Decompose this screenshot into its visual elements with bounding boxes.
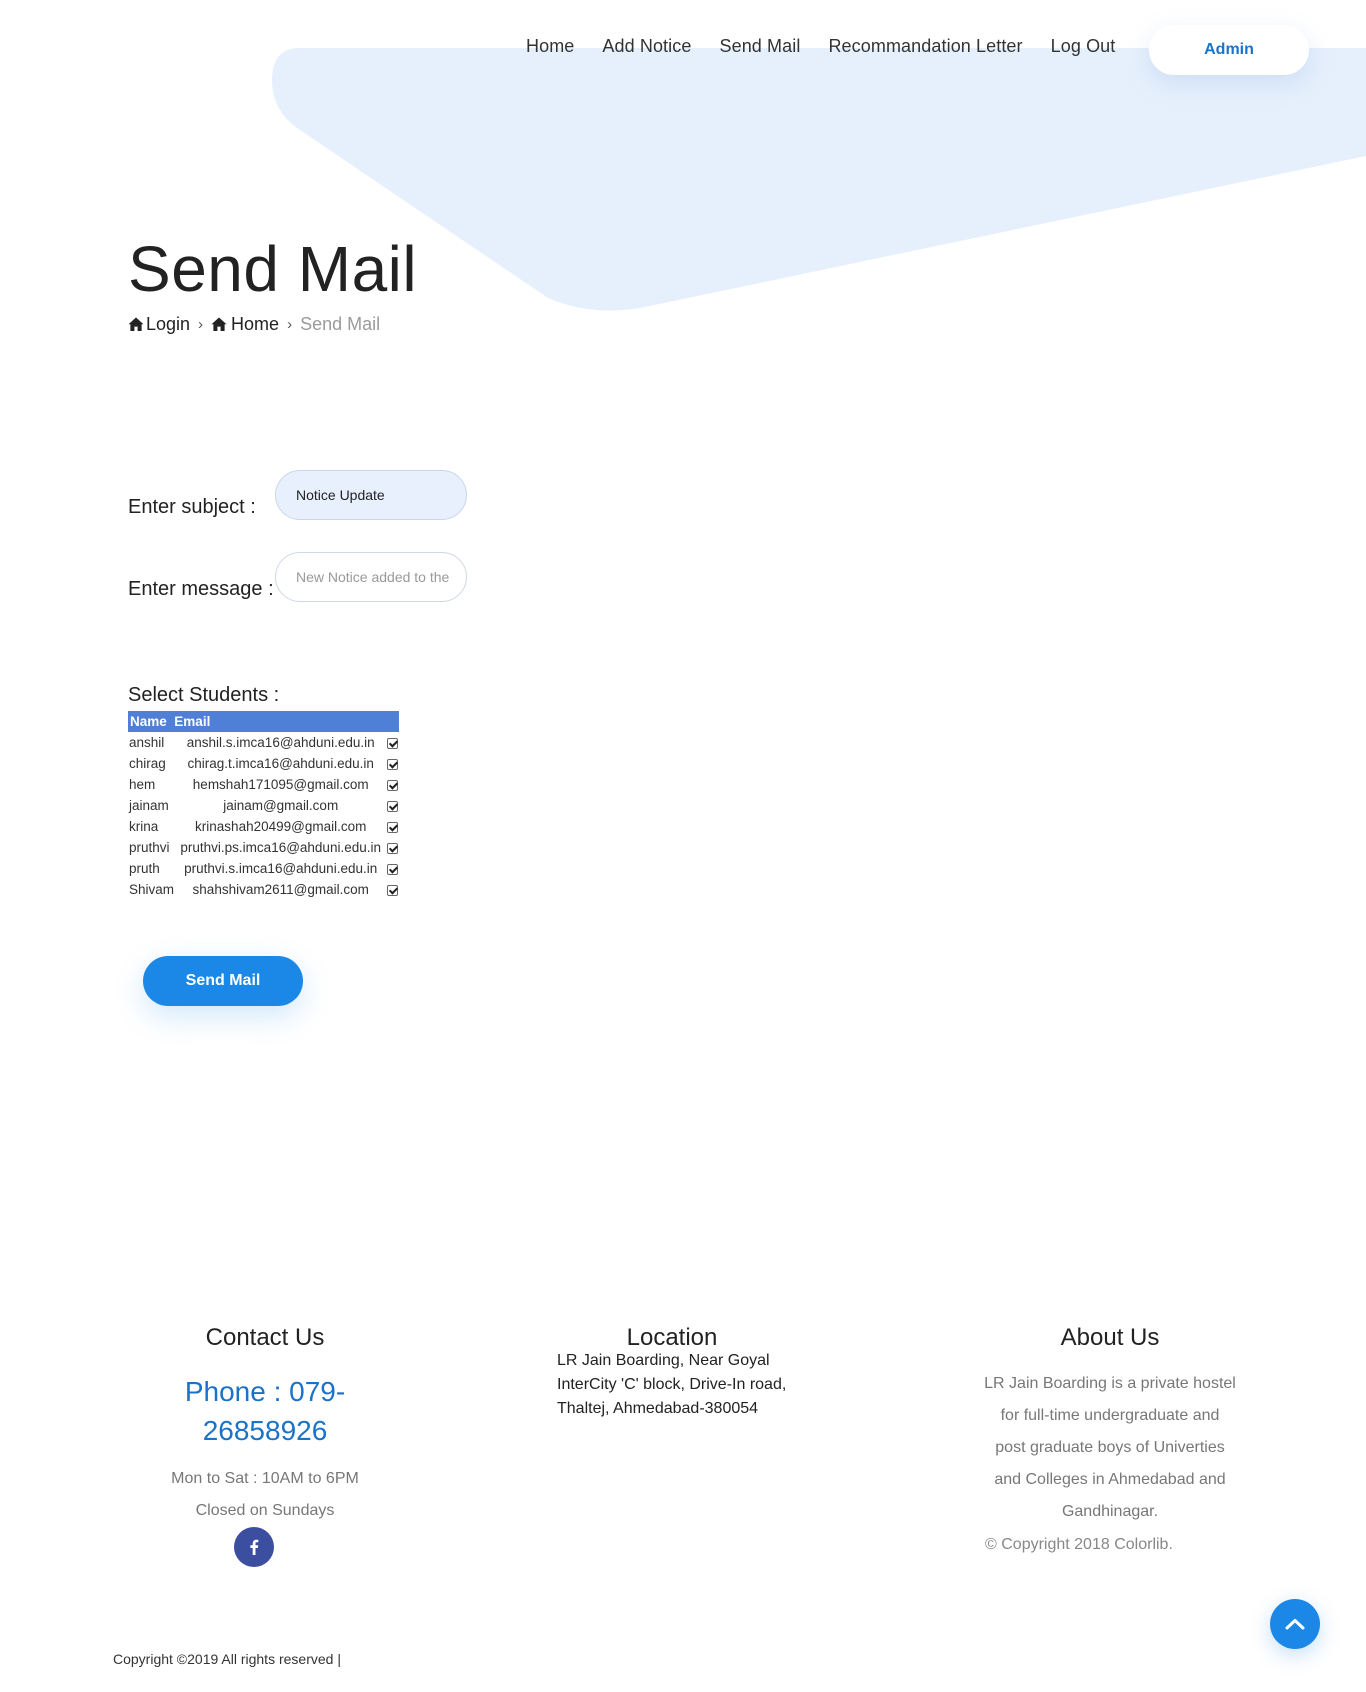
student-name: krina: [129, 819, 159, 834]
student-checkbox[interactable]: [386, 737, 398, 749]
breadcrumb-separator: ›: [287, 316, 293, 333]
footer-copyright-2018: © Copyright 2018 Colorlib.: [985, 1536, 1173, 1554]
about-line: LR Jain Boarding is a private hostel: [984, 1375, 1236, 1392]
about-text: LR Jain Boarding is a private hostel for…: [960, 1368, 1260, 1528]
admin-button[interactable]: Admin: [1149, 25, 1309, 75]
nav-home[interactable]: Home: [526, 36, 574, 57]
page-title: Send Mail: [128, 233, 418, 305]
student-checkbox[interactable]: [386, 800, 398, 812]
send-mail-button[interactable]: Send Mail: [143, 956, 303, 1006]
breadcrumb-home[interactable]: Home: [211, 314, 279, 335]
student-checkbox-cell: [385, 732, 399, 753]
student-checkbox-cell: [385, 753, 399, 774]
hours-text: Mon to Sat : 10AM to 6PM: [171, 1470, 359, 1487]
student-email: pruthvi.ps.imca16@ahduni.edu.in: [180, 840, 381, 855]
student-name: Shivam: [129, 882, 175, 897]
student-row: pruthvi pruthvi.ps.imca16@ahduni.edu.in: [128, 837, 399, 858]
student-checkbox-cell: [385, 816, 399, 837]
about-heading: About Us: [1060, 1324, 1160, 1351]
bottom-copyright: Copyright ©2019 All rights reserved |: [113, 1651, 341, 1667]
message-input[interactable]: [275, 552, 467, 602]
nav-send-mail[interactable]: Send Mail: [719, 36, 800, 57]
student-row: hem hemshah171095@gmail.com: [128, 774, 399, 795]
footer-contact: Contact Us Phone : 079- 26858926 Mon to …: [130, 1324, 400, 1527]
subject-input[interactable]: [275, 470, 467, 520]
student-checkbox[interactable]: [386, 842, 398, 854]
student-row: chirag chirag.t.imca16@ahduni.edu.in: [128, 753, 399, 774]
facebook-button[interactable]: [234, 1527, 274, 1567]
student-row: jainam jainam@gmail.com: [128, 795, 399, 816]
location-address: LR Jain Boarding, Near Goyal InterCity '…: [557, 1352, 787, 1417]
footer-about: About Us LR Jain Boarding is a private h…: [960, 1324, 1260, 1528]
contact-heading: Contact Us: [205, 1324, 325, 1351]
student-email: chirag.t.imca16@ahduni.edu.in: [187, 756, 374, 771]
chevron-up-icon: [1285, 1619, 1305, 1630]
students-table: Name Email anshil anshil.s.imca16@ahduni.…: [128, 711, 399, 900]
student-name: chirag: [129, 756, 166, 771]
breadcrumb-current: Send Mail: [300, 314, 381, 334]
student-checkbox-cell: [385, 837, 399, 858]
student-checkbox-cell: [385, 858, 399, 879]
phone-line-1: Phone : 079-: [184, 1376, 346, 1407]
about-line: post graduate boys of Univerties: [995, 1439, 1225, 1456]
student-name: pruthvi: [129, 840, 170, 855]
home-icon: [211, 317, 227, 331]
breadcrumb: Login › Home › Send Mail: [128, 314, 380, 335]
student-name: anshil: [129, 735, 165, 750]
student-email: anshil.s.imca16@ahduni.edu.in: [186, 735, 375, 750]
nav-log-out[interactable]: Log Out: [1051, 36, 1116, 57]
colorlib-link[interactable]: Colorlib.: [1114, 1536, 1173, 1553]
main-nav: Home Add Notice Send Mail Recommandation…: [526, 36, 1143, 57]
student-email: shahshivam2611@gmail.com: [192, 882, 369, 897]
student-email: hemshah171095@gmail.com: [192, 777, 369, 792]
about-line: and Colleges in Ahmedabad and: [994, 1471, 1226, 1488]
student-checkbox[interactable]: [386, 821, 398, 833]
phone-line-2: 26858926: [202, 1415, 328, 1446]
closed-text: Closed on Sundays: [195, 1502, 335, 1519]
student-checkbox[interactable]: [386, 758, 398, 770]
students-table-header: Name Email: [128, 711, 399, 732]
copyright-2018-text: © Copyright 2018: [985, 1536, 1110, 1553]
breadcrumb-separator: ›: [198, 316, 204, 333]
student-name: hem: [129, 777, 156, 792]
student-checkbox-cell: [385, 774, 399, 795]
student-email: pruthvi.s.imca16@ahduni.edu.in: [184, 861, 378, 876]
back-to-top-button[interactable]: [1270, 1599, 1320, 1649]
student-email: krinashah20499@gmail.com: [195, 819, 367, 834]
student-email: jainam@gmail.com: [223, 798, 339, 813]
message-label: Enter message :: [128, 578, 274, 600]
student-row: Shivam shahshivam2611@gmail.com: [128, 879, 399, 900]
breadcrumb-login-label: Login: [146, 314, 191, 334]
student-checkbox-cell: [385, 795, 399, 816]
column-email-header: Email: [174, 714, 211, 729]
student-row: anshil anshil.s.imca16@ahduni.edu.in: [128, 732, 399, 753]
about-line: for full-time undergraduate and: [1000, 1407, 1220, 1424]
location-heading: Location: [626, 1324, 718, 1351]
student-checkbox[interactable]: [386, 779, 398, 791]
column-name-header: Name: [130, 714, 167, 729]
student-row: krina krinashah20499@gmail.com: [128, 816, 399, 837]
students-table-body: anshil anshil.s.imca16@ahduni.edu.in chira…: [128, 732, 399, 900]
nav-recommandation-letter[interactable]: Recommandation Letter: [828, 36, 1022, 57]
student-name: pruth: [129, 861, 160, 876]
select-students-label: Select Students :: [128, 684, 280, 706]
facebook-icon: [250, 1539, 259, 1555]
footer-location-heading-wrap: Location: [557, 1324, 787, 1352]
students-table-header-cell: Name Email: [128, 711, 399, 732]
breadcrumb-login[interactable]: Login: [128, 314, 190, 335]
student-checkbox-cell: [385, 879, 399, 900]
about-line: Gandhinagar.: [1061, 1503, 1159, 1520]
breadcrumb-home-label: Home: [231, 314, 280, 334]
nav-add-notice[interactable]: Add Notice: [602, 36, 691, 57]
subject-label: Enter subject :: [128, 496, 256, 518]
student-name: jainam: [129, 798, 169, 813]
phone-number[interactable]: Phone : 079- 26858926: [130, 1372, 400, 1450]
student-checkbox[interactable]: [386, 863, 398, 875]
student-row: pruth pruthvi.s.imca16@ahduni.edu.in: [128, 858, 399, 879]
student-checkbox[interactable]: [386, 884, 398, 896]
home-icon: [128, 317, 144, 331]
